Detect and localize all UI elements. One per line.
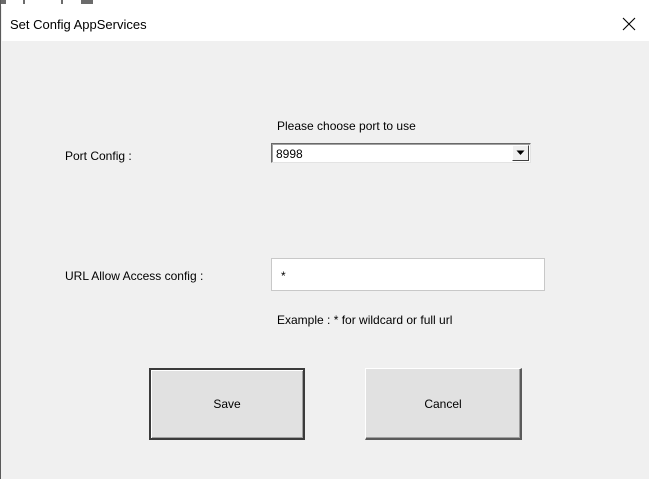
port-config-label: Port Config :	[65, 149, 132, 163]
window-title: Set Config AppServices	[10, 17, 147, 32]
title-bar[interactable]: Set Config AppServices	[2, 6, 649, 41]
dialog-window: Set Config AppServices Please choose por…	[0, 0, 649, 479]
url-example-text: Example : * for wildcard or full url	[277, 313, 453, 327]
url-access-field[interactable]	[271, 258, 545, 291]
chevron-down-icon	[516, 150, 525, 155]
url-access-label: URL Allow Access config :	[65, 269, 204, 283]
dialog-body: Please choose port to use Port Config : …	[2, 41, 649, 479]
close-button[interactable]	[609, 6, 649, 41]
url-access-input[interactable]	[272, 259, 544, 290]
port-hint-label: Please choose port to use	[277, 119, 416, 133]
port-select[interactable]: 8998	[271, 143, 531, 163]
port-select-dropdown-button[interactable]	[512, 145, 529, 161]
port-select-value: 8998	[276, 147, 303, 161]
save-button[interactable]: Save	[149, 368, 305, 440]
cancel-button[interactable]: Cancel	[365, 368, 522, 440]
close-icon	[622, 17, 636, 30]
